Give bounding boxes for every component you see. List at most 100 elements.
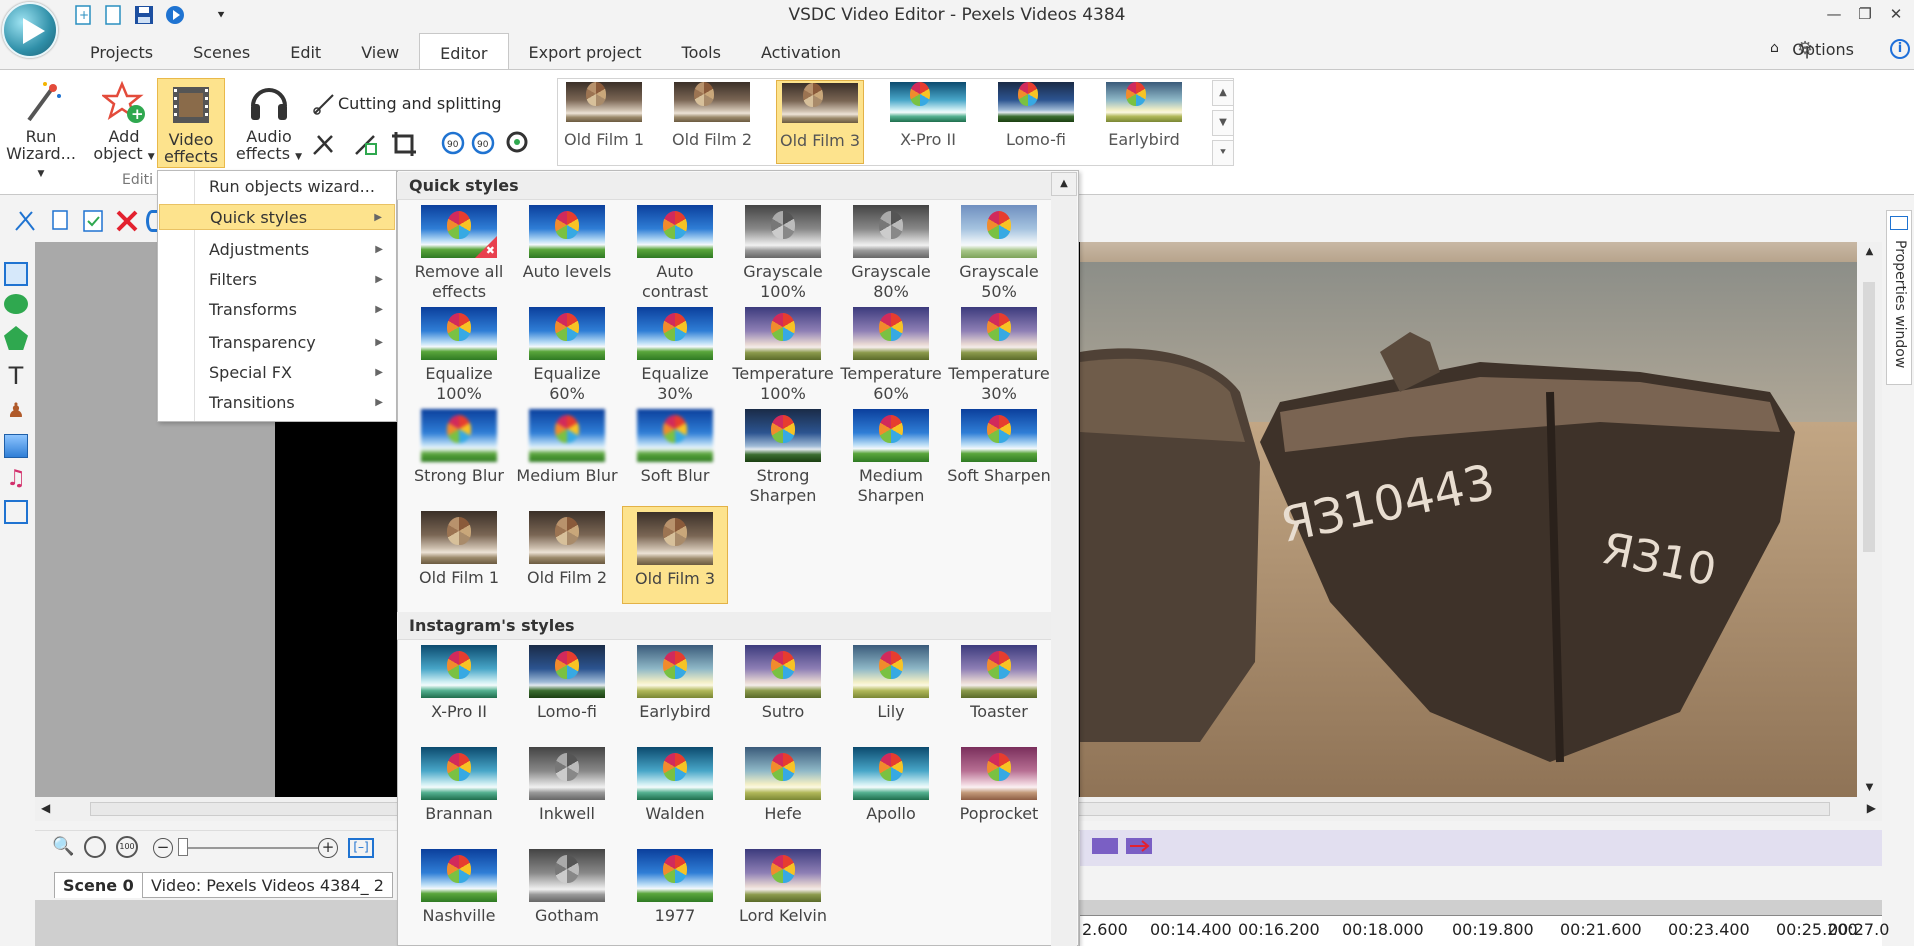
style-item[interactable]: Lord Kelvin [730, 844, 836, 942]
panel-scroll-up-button[interactable]: ▲ [1051, 172, 1077, 196]
style-item[interactable]: Temperature 30% [946, 302, 1052, 403]
style-item[interactable]: Auto levels [514, 200, 620, 298]
style-item[interactable]: Apollo [838, 742, 944, 840]
style-item[interactable]: ✖ Remove all effects [406, 200, 512, 301]
cut-tool-icon[interactable] [310, 130, 338, 158]
style-item[interactable]: Earlybird [622, 640, 728, 738]
gallery-item[interactable]: Old Film 1 [560, 80, 648, 164]
style-item[interactable]: Hefe [730, 742, 836, 840]
style-item[interactable]: Equalize 30% [622, 302, 728, 403]
audio-effects-button[interactable]: Audio effects ▼ [232, 80, 306, 166]
video-object-tab[interactable]: Video: Pexels Videos 4384_ 2 [142, 872, 393, 898]
style-item[interactable]: Medium Blur [514, 404, 620, 502]
style-item[interactable]: Old Film 1 [406, 506, 512, 604]
tab-scenes[interactable]: Scenes [173, 33, 270, 69]
style-item[interactable]: Gotham [514, 844, 620, 942]
options-button[interactable]: Options [1792, 40, 1854, 59]
gallery-item[interactable]: Earlybird [1100, 80, 1188, 164]
style-item[interactable]: Grayscale 100% [730, 200, 836, 301]
style-item[interactable]: Strong Blur [406, 404, 512, 502]
style-item[interactable]: Temperature 100% [730, 302, 836, 403]
style-item[interactable]: Soft Blur [622, 404, 728, 502]
restore-button[interactable]: ❐ [1855, 4, 1875, 24]
style-item[interactable]: Lily [838, 640, 944, 738]
style-item[interactable]: X-Pro II [406, 640, 512, 738]
style-item[interactable]: Walden [622, 742, 728, 840]
tab-projects[interactable]: Projects [70, 33, 173, 69]
video-preview-frame[interactable]: ЯЗ10443 ЯЗ10 [1080, 242, 1857, 797]
tab-tools[interactable]: Tools [662, 33, 741, 69]
zoom-plus-button[interactable]: + [318, 838, 338, 858]
style-item[interactable]: Strong Sharpen [730, 404, 836, 505]
tab-view[interactable]: View [341, 33, 419, 69]
preview-vertical-scrollbar[interactable]: ▲ ▼ [1857, 242, 1882, 797]
run-wizard-button[interactable]: Run Wizard... ▼ [4, 80, 78, 183]
zoom-slider-thumb[interactable] [178, 838, 188, 856]
menu-item-transforms[interactable]: Transforms ▶ [159, 297, 395, 323]
tab-editor[interactable]: Editor [419, 33, 509, 69]
minimize-button[interactable]: — [1824, 4, 1844, 24]
menu-item-adjustments[interactable]: Adjustments ▶ [159, 237, 395, 263]
rotate-left-icon[interactable]: 90 [440, 130, 468, 158]
menu-item-quick-styles[interactable]: Quick styles ▶ [159, 204, 395, 230]
delete-icon[interactable] [114, 208, 140, 234]
menu-item-special-fx[interactable]: Special FX ▶ [159, 360, 395, 386]
zoom-in-icon[interactable]: 🔍 [52, 836, 74, 857]
gallery-expand-button[interactable]: ⯆ [1212, 140, 1234, 166]
style-item[interactable]: Inkwell [514, 742, 620, 840]
split-tool-icon[interactable] [352, 130, 380, 158]
style-item[interactable]: Poprocket [946, 742, 1052, 840]
style-item[interactable]: Old Film 2 [514, 506, 620, 604]
video-tool-icon[interactable] [4, 500, 28, 524]
tab-activation[interactable]: Activation [741, 33, 861, 69]
style-item[interactable]: Nashville [406, 844, 512, 942]
zoom-out-icon[interactable] [84, 836, 106, 858]
style-item[interactable]: Equalize 100% [406, 302, 512, 403]
style-item[interactable]: Old Film 3 [622, 506, 728, 604]
menu-item-filters[interactable]: Filters ▶ [159, 267, 395, 293]
split-marker-icon[interactable] [1126, 838, 1152, 854]
style-item[interactable]: Grayscale 50% [946, 200, 1052, 301]
style-item[interactable]: Equalize 60% [514, 302, 620, 403]
style-item[interactable]: Medium Sharpen [838, 404, 944, 505]
info-icon[interactable]: i [1890, 39, 1910, 59]
cutting-splitting-button[interactable]: Cutting and splitting [338, 94, 502, 113]
zoom-100-icon[interactable]: 100 [116, 836, 138, 858]
copy-icon[interactable] [48, 208, 74, 234]
style-item[interactable]: Lomo-fi [514, 640, 620, 738]
image-tool-icon[interactable] [4, 434, 28, 458]
zoom-minus-button[interactable]: − [153, 838, 173, 858]
ellipse-tool-icon[interactable] [4, 294, 28, 314]
gallery-scroll-up-button[interactable]: ▲ [1212, 80, 1234, 106]
style-item[interactable]: Brannan [406, 742, 512, 840]
style-item[interactable]: Temperature 60% [838, 302, 944, 403]
style-item[interactable]: Auto contrast [622, 200, 728, 301]
gallery-scroll-down-button[interactable]: ▼ [1212, 110, 1234, 136]
video-effects-button[interactable]: Video effects ▼ [157, 78, 225, 182]
zoom-slider-track[interactable] [178, 847, 318, 849]
tab-edit[interactable]: Edit [270, 33, 341, 69]
sprite-tool-icon[interactable]: ♟ [4, 398, 28, 422]
zoom-tool-icon[interactable] [505, 130, 533, 158]
gallery-item[interactable]: Old Film 3 [776, 80, 864, 164]
tab-export-project[interactable]: Export project [509, 33, 662, 69]
app-logo-icon[interactable] [2, 2, 58, 58]
text-tool-icon[interactable]: T [4, 364, 28, 388]
music-tool-icon[interactable]: ♫ [4, 466, 28, 491]
style-item[interactable]: Grayscale 80% [838, 200, 944, 301]
style-item[interactable]: Soft Sharpen [946, 404, 1052, 502]
gallery-item[interactable]: X-Pro II [884, 80, 972, 164]
paste-icon[interactable] [80, 208, 106, 234]
style-item[interactable]: 1977 [622, 844, 728, 942]
rectangle-tool-icon[interactable] [4, 262, 28, 286]
style-item[interactable]: Toaster [946, 640, 1052, 738]
marker-tool-icon[interactable] [1092, 838, 1118, 854]
gallery-item[interactable]: Lomo-fi [992, 80, 1080, 164]
close-button[interactable]: ✕ [1886, 4, 1906, 24]
cut-icon[interactable] [12, 208, 38, 234]
rotate-right-icon[interactable]: 90 [470, 130, 498, 158]
panel-scrollbar[interactable] [1051, 196, 1077, 946]
collapse-ribbon-icon[interactable]: ⌂ [1770, 40, 1779, 56]
menu-item-transparency[interactable]: Transparency ▶ [159, 330, 395, 356]
style-item[interactable]: Sutro [730, 640, 836, 738]
